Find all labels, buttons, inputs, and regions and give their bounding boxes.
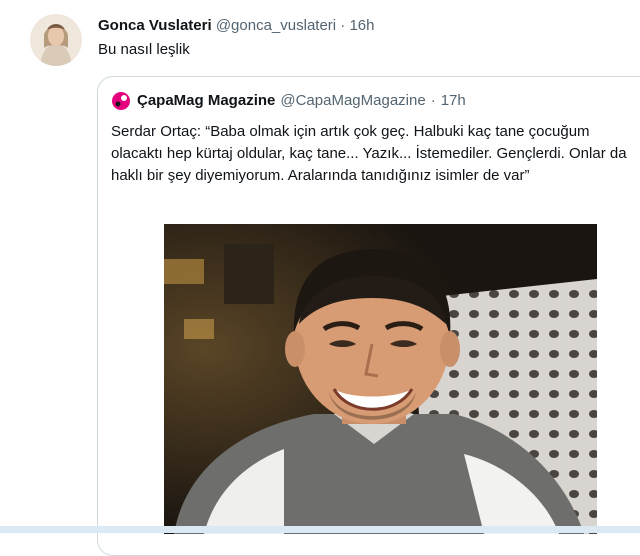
quoted-header: ÇapaMag Magazine @CapaMagMagazine · 17h (111, 91, 466, 111)
quoted-tweet-text: Serdar Ortaç: “Baba olmak için artık çok… (111, 123, 627, 184)
author-avatar[interactable] (30, 14, 82, 66)
author-name[interactable]: Gonca Vuslateri (98, 17, 212, 34)
quoted-tweet-time[interactable]: 17h (441, 91, 466, 111)
quoted-author-handle[interactable]: @CapaMagMagazine (280, 91, 425, 111)
tweet-time[interactable]: 16h (349, 17, 374, 34)
quoted-author-name[interactable]: ÇapaMag Magazine (137, 91, 275, 111)
bottom-bar (0, 526, 640, 533)
quoted-tweet[interactable]: ÇapaMag Magazine @CapaMagMagazine · 17h … (97, 76, 640, 556)
author-handle[interactable]: @gonca_vuslateri (216, 17, 336, 34)
quoted-separator-dot: · (430, 92, 436, 109)
tweet-text: Bu nasıl leşlik (98, 41, 190, 58)
tweet[interactable]: Gonca Vuslateri @gonca_vuslateri · 16h B… (0, 0, 640, 556)
capamag-logo-icon (111, 91, 131, 111)
quoted-tweet-photo[interactable] (164, 224, 597, 534)
photo-illustration (164, 224, 597, 534)
tweet-header: Gonca Vuslateri @gonca_vuslateri · 16h (98, 16, 375, 36)
separator-dot: · (340, 17, 346, 34)
